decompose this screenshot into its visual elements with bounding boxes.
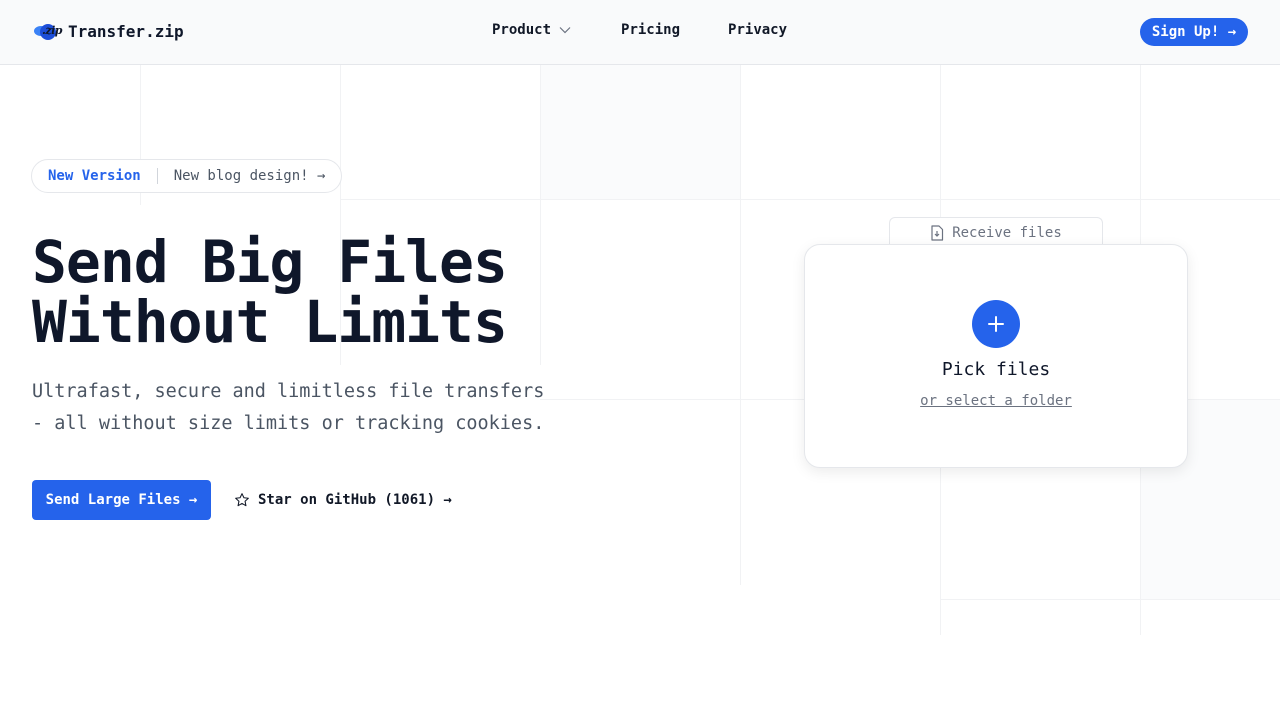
- site-header: .zip Transfer.zip Product Pricing Privac…: [0, 0, 1280, 65]
- hero-subtitle: Ultrafast, secure and limitless file tra…: [32, 381, 545, 434]
- send-large-files-button[interactable]: Send Large Files →: [32, 480, 211, 520]
- chevron-down-icon: [559, 27, 571, 34]
- receive-files-tab[interactable]: Receive files: [889, 217, 1103, 247]
- divider: [156, 168, 158, 184]
- logo-text: Transfer.zip: [68, 21, 184, 41]
- github-star-button[interactable]: Star on GitHub (1061) →: [234, 480, 452, 520]
- add-files-button[interactable]: [972, 300, 1020, 348]
- logo[interactable]: .zip Transfer.zip: [32, 19, 184, 43]
- hero-title: Send Big Files Without Limits: [32, 232, 508, 352]
- announcement-tag: New Version: [48, 168, 141, 184]
- star-icon: [235, 493, 249, 507]
- logo-badge: .zip: [42, 24, 62, 37]
- logo-icon: .zip: [32, 19, 64, 43]
- select-folder-link[interactable]: or select a folder: [805, 393, 1187, 409]
- nav-product-label: Product: [492, 22, 552, 38]
- announcement-message: New blog design! →: [173, 168, 326, 184]
- nav-privacy[interactable]: Privacy: [728, 22, 787, 38]
- receive-files-label: Receive files: [952, 224, 1062, 241]
- sign-up-button[interactable]: Sign Up! →: [1140, 18, 1248, 46]
- hero-title-line1: Send Big Files: [32, 228, 508, 296]
- announcement-pill[interactable]: New Version New blog design! →: [31, 159, 343, 193]
- pick-files-label[interactable]: Pick files: [805, 359, 1187, 380]
- github-star-label: Star on GitHub (1061) →: [258, 492, 452, 508]
- document-download-icon: [931, 224, 944, 241]
- main-nav: Product Pricing Privacy: [492, 22, 787, 38]
- nav-pricing[interactable]: Pricing: [621, 22, 680, 38]
- nav-product[interactable]: Product: [492, 22, 571, 38]
- upload-card[interactable]: Pick files or select a folder: [804, 244, 1188, 468]
- hero-title-line2: Without Limits: [32, 288, 508, 356]
- plus-icon: [988, 316, 1004, 332]
